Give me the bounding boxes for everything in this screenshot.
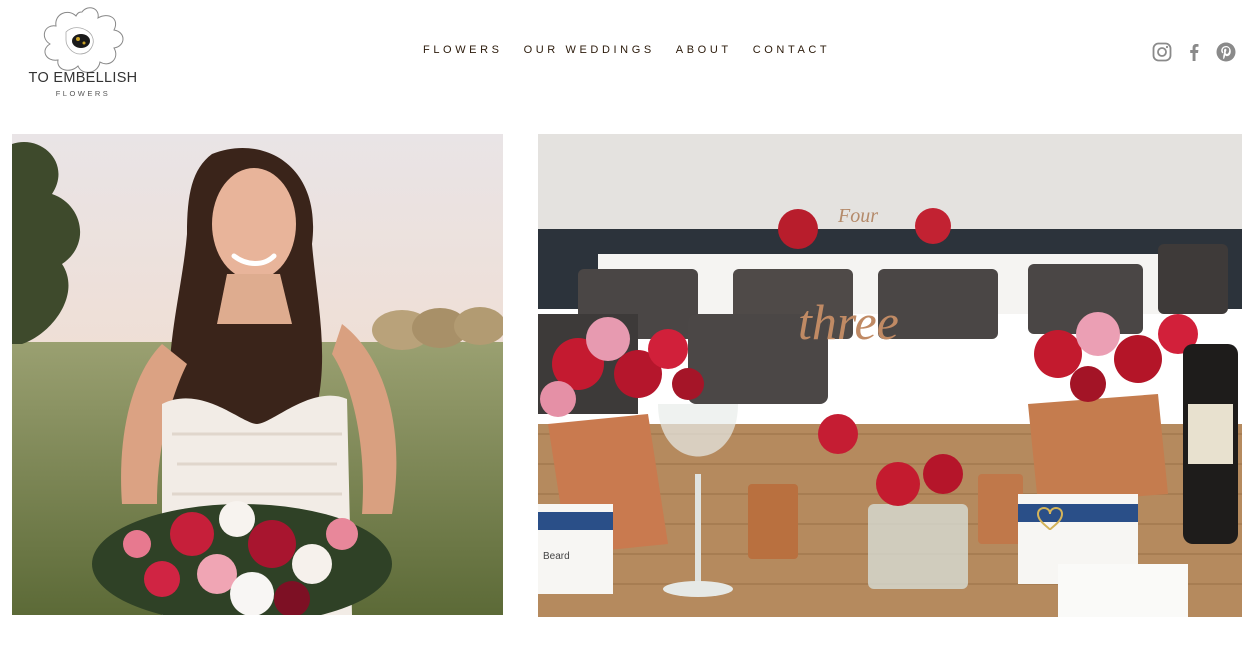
- nav-about[interactable]: ABOUT: [676, 44, 732, 60]
- nav-our-weddings[interactable]: OUR WEDDINGS: [524, 44, 655, 60]
- place-card-name: Beard: [543, 551, 570, 562]
- instagram-icon[interactable]: [1151, 41, 1173, 63]
- reception-table-photo: Four three Beard: [538, 134, 1242, 617]
- facebook-icon[interactable]: [1183, 41, 1205, 63]
- social-links: [1141, 41, 1237, 63]
- brand-title: TO EMBELLISH: [28, 70, 138, 86]
- back-table-sign: Four: [837, 205, 878, 227]
- nav-flowers[interactable]: FLOWERS: [423, 44, 503, 60]
- brand-logo[interactable]: TO EMBELLISH FLOWERS: [18, 6, 148, 102]
- nav-contact[interactable]: CONTACT: [753, 44, 831, 60]
- main-nav: FLOWERS OUR WEDDINGS ABOUT CONTACT: [423, 44, 830, 60]
- pinterest-icon[interactable]: [1215, 41, 1237, 63]
- bride-bouquet-photo: [12, 134, 503, 615]
- flower-logo-icon: [43, 7, 124, 73]
- table-number-sign: three: [798, 294, 899, 350]
- brand-subtitle: FLOWERS: [55, 89, 111, 98]
